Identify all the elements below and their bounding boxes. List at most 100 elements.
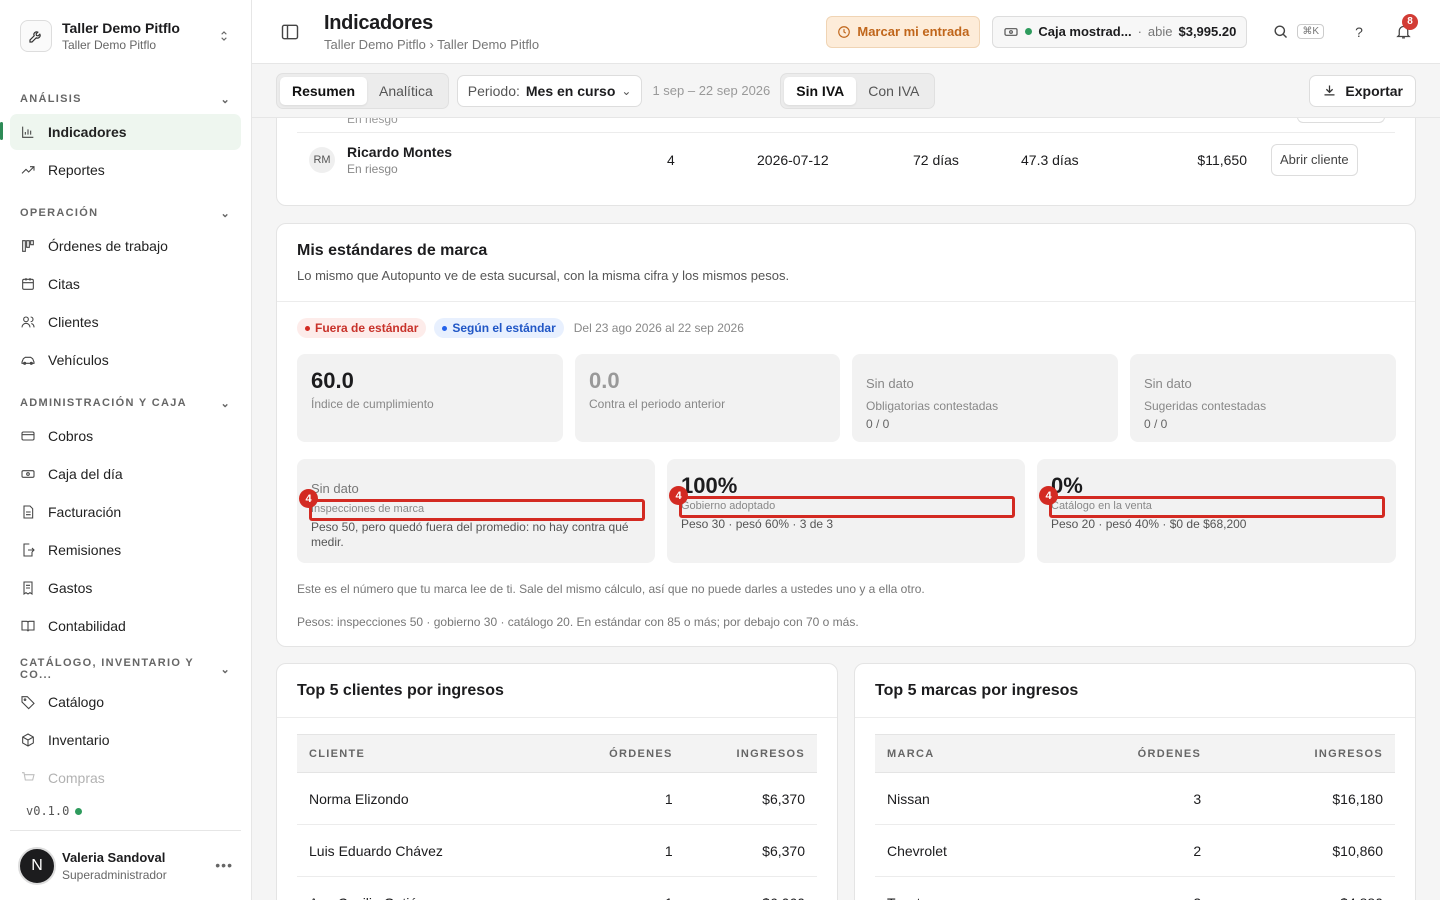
sidebar-item-label: Vehículos bbox=[48, 352, 109, 368]
cell-revenue: $6,370 bbox=[672, 772, 817, 825]
kpi-value: Sin dato bbox=[1144, 376, 1192, 391]
divider bbox=[277, 301, 1415, 302]
kanban-icon bbox=[22, 240, 34, 252]
tax-tabs: Sin IVA Con IVA bbox=[780, 72, 936, 109]
cell-revenue: $4,880 bbox=[1201, 876, 1395, 900]
period-select[interactable]: Periodo: Mes en curso ⌄ bbox=[456, 74, 643, 107]
section-label: CATÁLOGO, INVENTARIO Y CO... bbox=[20, 657, 194, 681]
clock-icon bbox=[838, 25, 851, 38]
table-row[interactable]: Ana Cecilia Gutiérrez1$6,060 bbox=[297, 876, 817, 900]
cash-sep: · bbox=[1137, 24, 1142, 39]
component-value: Sin dato bbox=[311, 481, 359, 496]
chevron-down-icon: ⌄ bbox=[621, 83, 632, 98]
sidebar-item-caja[interactable]: Caja del día bbox=[10, 456, 241, 492]
more-icon[interactable]: ••• bbox=[215, 857, 233, 873]
sidebar-item-remisiones[interactable]: Remisiones bbox=[10, 532, 241, 568]
kpi-label: Contra el periodo anterior bbox=[589, 397, 726, 411]
cell-orders: 2 bbox=[1048, 876, 1202, 900]
sidebar-item-catalogo[interactable]: Catálogo bbox=[10, 684, 241, 720]
sidebar-item-inventario[interactable]: Inventario bbox=[10, 722, 241, 758]
column-header: ÓRDENES bbox=[1048, 734, 1202, 773]
sidebar-toggle-icon[interactable] bbox=[280, 22, 300, 42]
sidebar-item-facturacion[interactable]: Facturación bbox=[10, 494, 241, 530]
org-switcher[interactable]: Taller Demo Pitflo Taller Demo Pitflo bbox=[0, 0, 251, 72]
notifications-button[interactable]: 8 bbox=[1386, 13, 1420, 48]
table-row[interactable]: RM Ricardo Montes En riesgo 4 2026-07-12… bbox=[297, 132, 1395, 186]
table-row[interactable]: Chevrolet 2 $10,860 bbox=[875, 824, 1395, 877]
sidebar: Taller Demo Pitflo Taller Demo Pitflo AN… bbox=[0, 0, 252, 900]
section-catalogo[interactable]: CATÁLOGO, INVENTARIO Y CO... ⌄ bbox=[0, 654, 251, 684]
client-status: En riesgo bbox=[347, 161, 398, 176]
table-row[interactable]: Luis Eduardo Chávez 1 $6,370 bbox=[297, 824, 817, 877]
section-operacion[interactable]: OPERACIÓN ⌄ bbox=[0, 198, 251, 228]
tab-resumen[interactable]: Resumen bbox=[280, 76, 368, 105]
table-row[interactable]: Nissan 3 $16,180 bbox=[875, 772, 1395, 825]
sidebar-item-vehiculos[interactable]: Vehículos bbox=[10, 342, 241, 378]
sidebar-item-label: Citas bbox=[48, 276, 80, 292]
shortcut-hint: ⌘K bbox=[1297, 24, 1324, 39]
sidebar-item-indicadores[interactable]: Indicadores bbox=[10, 114, 241, 150]
clock-in-button[interactable]: Marcar mi entrada bbox=[826, 15, 981, 48]
sidebar-item-ordenes[interactable]: Órdenes de trabajo bbox=[10, 228, 241, 264]
sidebar-item-label: Catálogo bbox=[48, 694, 105, 710]
open-client-button[interactable]: Abrir cliente bbox=[1271, 143, 1358, 176]
top-clients-title: Top 5 clientes por ingresos bbox=[297, 682, 504, 699]
status-dot bbox=[1025, 28, 1033, 35]
help-button[interactable]: ? bbox=[1342, 16, 1376, 48]
avatar: RM bbox=[309, 146, 335, 173]
tab-analitica[interactable]: Analítica bbox=[367, 77, 445, 105]
sidebar-item-cobros[interactable]: Cobros bbox=[10, 418, 241, 454]
cell-client: Ana Cecilia Gutiérrez bbox=[297, 876, 559, 900]
export-label: Exportar bbox=[1345, 82, 1403, 99]
cell-revenue: $6,060 bbox=[672, 876, 817, 900]
kpi-label: Sugeridas contestadas bbox=[1144, 399, 1267, 413]
cell-revenue: $10,860 bbox=[1201, 824, 1395, 877]
user-role: Superadministrador bbox=[62, 867, 167, 882]
sidebar-item-gastos[interactable]: Gastos bbox=[10, 570, 241, 606]
table-row[interactable]: Toyota2$4,880 bbox=[875, 876, 1395, 900]
search-button[interactable] bbox=[1263, 16, 1297, 48]
component-detail: Peso 20 · pesó 40% · $0 de $68,200 bbox=[1051, 517, 1247, 531]
sidebar-item-label: Caja del día bbox=[48, 466, 123, 482]
client-days: 72 días bbox=[913, 151, 959, 168]
table-row[interactable]: Norma Elizondo 1 $6,370 bbox=[297, 772, 817, 825]
cell-orders: 1 bbox=[558, 824, 673, 877]
kpi-previous: 0.0 Contra el periodo anterior bbox=[575, 354, 840, 442]
version: v0.1.0 bbox=[26, 804, 83, 818]
sidebar-item-contabilidad[interactable]: Contabilidad bbox=[10, 608, 241, 644]
bar-chart-icon bbox=[22, 126, 34, 138]
kpi-suggested: Sin dato Sugeridas contestadas 0 / 0 bbox=[1130, 354, 1396, 442]
cash-name: Caja mostrad... bbox=[1038, 24, 1132, 39]
row-status-partial: En riesgo bbox=[347, 118, 398, 126]
tab-con-iva[interactable]: Con IVA bbox=[856, 77, 931, 105]
cash-status: abie bbox=[1147, 24, 1173, 39]
section-administracion[interactable]: ADMINISTRACIÓN Y CAJA ⌄ bbox=[0, 388, 251, 418]
kpi-value: Sin dato bbox=[866, 376, 914, 391]
open-client-button-partial[interactable] bbox=[1297, 118, 1385, 123]
kpi-compliance: 60.0 Índice de cumplimiento bbox=[297, 354, 563, 442]
sidebar-item-clientes[interactable]: Clientes bbox=[10, 304, 241, 340]
highlight-box bbox=[679, 496, 1015, 518]
standards-weights: Pesos: inspecciones 50 · gobierno 30 · c… bbox=[297, 615, 859, 629]
cell-client: Norma Elizondo bbox=[297, 772, 559, 825]
sidebar-item-citas[interactable]: Citas bbox=[10, 266, 241, 302]
cash-register-button[interactable]: Caja mostrad... · abie $3,995.20 bbox=[992, 15, 1248, 48]
cell-orders: 1 bbox=[558, 772, 673, 825]
user-menu[interactable]: N Valeria Sandoval Superadministrador ••… bbox=[10, 830, 241, 900]
sidebar-item-label: Reportes bbox=[48, 162, 105, 178]
cash-icon bbox=[1004, 27, 1018, 36]
users-icon bbox=[21, 316, 35, 328]
sidebar-item-label: Inventario bbox=[48, 732, 110, 748]
export-button[interactable]: Exportar bbox=[1309, 74, 1416, 107]
sidebar-item-compras[interactable]: Compras bbox=[10, 760, 241, 796]
tab-sin-iva[interactable]: Sin IVA bbox=[784, 76, 857, 105]
status-badge-out: Fuera de estándar bbox=[297, 318, 427, 338]
section-analisis[interactable]: ANÁLISIS ⌄ bbox=[0, 84, 251, 114]
chevron-updown-icon bbox=[221, 31, 227, 41]
status-badge-in: Según el estándar bbox=[434, 318, 564, 338]
user-name: Valeria Sandoval bbox=[62, 849, 166, 865]
cash-amount: $3,995.20 bbox=[1178, 24, 1237, 39]
cell-revenue: $6,370 bbox=[672, 824, 817, 877]
period-label: Periodo: bbox=[467, 82, 520, 99]
sidebar-item-reportes[interactable]: Reportes bbox=[10, 152, 241, 188]
